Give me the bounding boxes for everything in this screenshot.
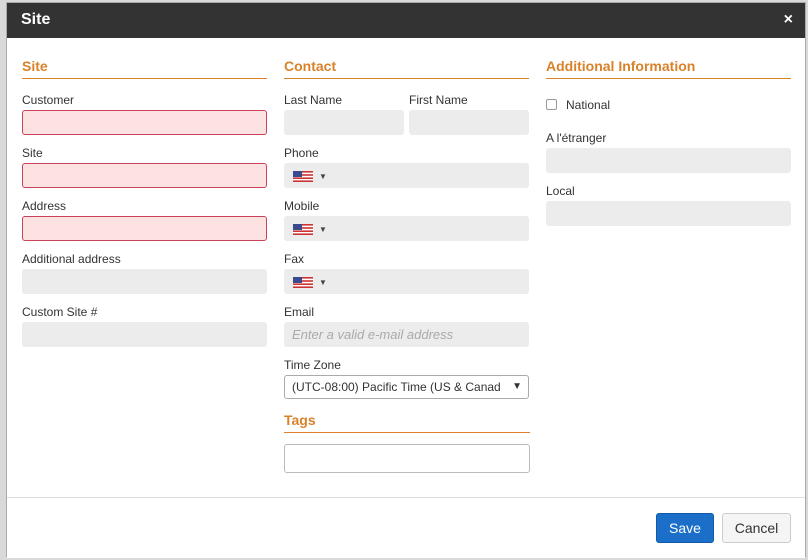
address-label: Address (22, 199, 67, 213)
local-input[interactable] (546, 201, 791, 226)
national-label: National (566, 98, 611, 112)
email-input[interactable]: Enter a valid e-mail address (284, 322, 529, 347)
first-name-input[interactable] (409, 110, 529, 135)
site-input[interactable] (22, 163, 267, 188)
address-input[interactable] (22, 216, 267, 241)
chevron-down-icon[interactable]: ▼ (319, 271, 327, 294)
fax-input[interactable]: ▼ (284, 269, 529, 294)
local-label: Local (546, 184, 575, 198)
additional-address-input[interactable] (22, 269, 267, 294)
save-button[interactable]: Save (656, 513, 714, 543)
dialog-footer: Save Cancel (7, 497, 805, 558)
mobile-input[interactable]: ▼ (284, 216, 529, 241)
customer-label: Customer (22, 93, 75, 107)
national-checkbox[interactable] (546, 99, 557, 110)
customer-input[interactable] (22, 110, 267, 135)
chevron-down-icon[interactable]: ▼ (319, 218, 327, 241)
site-section-heading: Site (22, 58, 267, 79)
tags-input[interactable] (284, 444, 530, 473)
us-flag-icon[interactable] (293, 277, 313, 288)
custom-site-input[interactable] (22, 322, 267, 347)
us-flag-icon[interactable] (293, 171, 313, 182)
email-label: Email (284, 305, 315, 319)
custom-site-label: Custom Site # (22, 305, 98, 319)
timezone-label: Time Zone (284, 358, 341, 372)
cancel-button[interactable]: Cancel (722, 513, 791, 543)
first-name-label: First Name (409, 93, 468, 107)
phone-input[interactable]: ▼ (284, 163, 529, 188)
additional-info-heading: Additional Information (546, 58, 791, 79)
last-name-input[interactable] (284, 110, 404, 135)
last-name-label: Last Name (284, 93, 343, 107)
abroad-input[interactable] (546, 148, 791, 173)
fax-label: Fax (284, 252, 305, 266)
phone-label: Phone (284, 146, 319, 160)
timezone-value: (UTC-08:00) Pacific Time (US & Canad (292, 380, 501, 394)
dialog-titlebar: Site × (7, 3, 805, 38)
abroad-label: A l'étranger (546, 131, 607, 145)
us-flag-icon[interactable] (293, 224, 313, 235)
mobile-label: Mobile (284, 199, 320, 213)
site-label: Site (22, 146, 43, 160)
contact-section-heading: Contact (284, 58, 529, 79)
timezone-select[interactable]: (UTC-08:00) Pacific Time (US & Canad ▼ (284, 375, 529, 399)
chevron-down-icon[interactable]: ▼ (512, 376, 522, 398)
close-icon[interactable]: × (784, 11, 793, 29)
dialog-title: Site (21, 11, 51, 28)
site-dialog: Site × Site Customer Site Address Additi… (6, 2, 806, 558)
additional-address-label: Additional address (22, 252, 121, 266)
chevron-down-icon[interactable]: ▼ (319, 165, 327, 188)
tags-section-heading: Tags (284, 412, 530, 433)
